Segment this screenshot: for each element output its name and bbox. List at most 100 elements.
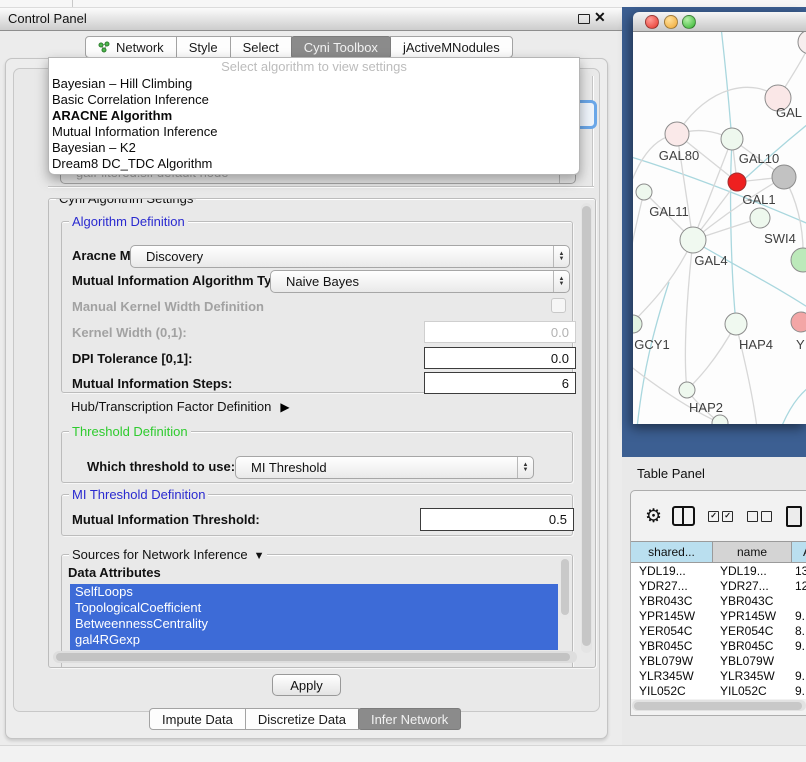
tab-style[interactable]: Style (176, 36, 231, 58)
table-cell: YPR145W (712, 609, 790, 623)
table-cell: 8. (790, 624, 806, 638)
table-toolbar: ⚙ ✓✓ (631, 491, 806, 541)
graph-node-swi4[interactable] (750, 208, 770, 228)
graph-node[interactable] (772, 165, 796, 189)
tab-label: Discretize Data (258, 709, 346, 730)
collapse-arrow-icon: ▼ (254, 550, 265, 562)
table-row[interactable]: YIL052CYIL052C9. (631, 683, 806, 698)
attribute-item-betweennesscentrality[interactable]: BetweennessCentrality (70, 616, 558, 632)
which-threshold-label: Which threshold to use: (87, 459, 235, 474)
table-cell: YDL19... (631, 564, 712, 578)
zoom-light-icon[interactable] (682, 15, 696, 29)
graph-node[interactable] (791, 248, 806, 272)
algorithm-option-mutual-information-inference[interactable]: Mutual Information Inference (49, 124, 579, 140)
mi-threshold-group: MI Threshold Definition Mutual Informati… (61, 494, 573, 536)
column-header-a[interactable]: A (791, 541, 806, 563)
graph-node[interactable] (712, 415, 728, 424)
mi-steps-field[interactable]: 6 (424, 372, 576, 394)
algorithm-option-dream8-dc-tdc-algorithm[interactable]: Dream8 DC_TDC Algorithm (49, 156, 579, 172)
deselect-all-icon[interactable] (747, 511, 775, 522)
table-cell: YIL052C (631, 684, 712, 698)
table-row[interactable]: YBR043CYBR043C (631, 593, 806, 608)
close-icon[interactable]: ✕ (594, 9, 606, 26)
page-icon[interactable] (786, 506, 802, 527)
tab-select[interactable]: Select (230, 36, 292, 58)
attribute-item-gal4rgexp[interactable]: gal4RGexp (70, 632, 558, 648)
algorithm-option-basic-correlation-inference[interactable]: Basic Correlation Inference (49, 92, 579, 108)
columns-icon[interactable] (672, 506, 695, 526)
mi-threshold-label: Mutual Information Threshold: (72, 512, 260, 527)
manual-kernel-checkbox[interactable] (551, 298, 566, 313)
tab-infer-network[interactable]: Infer Network (358, 708, 461, 730)
apply-button[interactable]: Apply (272, 674, 341, 696)
manual-kernel-label: Manual Kernel Width Definition (72, 299, 264, 314)
sources-expander[interactable]: Sources for Network Inference▼ (69, 547, 267, 562)
table-row[interactable]: YBR045CYBR045C9. (631, 638, 806, 653)
algorithm-option-bayesian-k2[interactable]: Bayesian – K2 (49, 140, 579, 156)
attribute-item-topologicalcoefficient[interactable]: TopologicalCoefficient (70, 600, 558, 616)
table-container: ⚙ ✓✓ shared...nameA YDL19...YDL19...13YD… (630, 490, 806, 716)
combo-stepper-icon: ▲▼ (553, 271, 569, 292)
hub-definition-label: Hub/Transcription Factor Definition (71, 399, 271, 414)
select-all-icon[interactable]: ✓✓ (708, 511, 736, 522)
tab-label: Impute Data (162, 709, 233, 730)
minimize-light-icon[interactable] (664, 15, 678, 29)
scrollbar-thumb[interactable] (561, 559, 569, 615)
graph-node-y[interactable] (791, 312, 806, 332)
table-row[interactable]: YPR145WYPR145W9. (631, 608, 806, 623)
settings-horizontal-scrollbar[interactable] (53, 651, 577, 663)
node-label-swi4: SWI4 (764, 231, 796, 246)
node-label-gal1: GAL1 (742, 192, 775, 207)
algorithm-list: Bayesian – Hill ClimbingBasic Correlatio… (49, 76, 579, 172)
table-horizontal-scrollbar[interactable] (632, 700, 806, 711)
graph-node-gal4[interactable] (680, 227, 706, 253)
table-row[interactable]: YER054CYER054C8. (631, 623, 806, 638)
tab-jactivemnodules[interactable]: jActiveMNodules (390, 36, 513, 58)
network-window-titlebar[interactable] (633, 12, 806, 32)
network-canvas[interactable]: GALGAL80GAL10GAL1GAL11SWI4GAL4GCY1HAP4YH… (633, 32, 806, 424)
graph-node-hap4[interactable] (725, 313, 747, 335)
graph-node-gal11[interactable] (636, 184, 652, 200)
graph-node[interactable] (798, 32, 806, 54)
group-divider (48, 186, 594, 187)
graph-node-gal10[interactable] (721, 128, 743, 150)
close-light-icon[interactable] (645, 15, 659, 29)
gear-icon[interactable]: ⚙ (645, 505, 662, 528)
aracne-mode-combo[interactable]: Discovery ▲▼ (130, 245, 570, 268)
graph-node-hap2[interactable] (679, 382, 695, 398)
which-threshold-combo[interactable]: MI Threshold ▲▼ (235, 456, 534, 479)
hub-definition-expander[interactable]: Hub/Transcription Factor Definition▶ (71, 399, 290, 414)
settings-vertical-scrollbar[interactable] (581, 203, 592, 653)
column-header-name[interactable]: name (712, 541, 792, 563)
kernel-width-field[interactable]: 0.0 (424, 321, 576, 343)
algorithm-option-aracne-algorithm[interactable]: ARACNE Algorithm (49, 108, 579, 124)
scrollbar-thumb[interactable] (634, 702, 802, 710)
mi-threshold-field[interactable]: 0.5 (420, 508, 574, 531)
mi-type-label: Mutual Information Algorithm Type: (72, 273, 291, 288)
table-row[interactable]: YLR345WYLR345W9. (631, 668, 806, 683)
tab-cyni-toolbox[interactable]: Cyni Toolbox (291, 36, 391, 58)
list-scrollbar[interactable] (560, 557, 570, 619)
float-window-icon[interactable] (578, 14, 590, 24)
column-header-shared-[interactable]: shared... (630, 541, 713, 563)
scrollbar-thumb[interactable] (56, 653, 570, 661)
algorithm-option-bayesian-hill-climbing[interactable]: Bayesian – Hill Climbing (49, 76, 579, 92)
algorithm-definition-group: Algorithm Definition Aracne Mode: Discov… (61, 221, 573, 393)
tab-network[interactable]: Network (85, 36, 177, 58)
graph-node-gal80[interactable] (665, 122, 689, 146)
scrollbar-thumb[interactable] (582, 206, 591, 646)
control-panel-titlebar: Control Panel ✕ (0, 8, 622, 31)
graph-node-gal1[interactable] (728, 173, 746, 191)
dpi-tolerance-label: DPI Tolerance [0,1]: (72, 351, 192, 366)
tab-impute-data[interactable]: Impute Data (149, 708, 246, 730)
nodes-layer (633, 32, 806, 424)
table-row[interactable]: YDR27...YDR27...12 (631, 578, 806, 593)
graph-node-gcy1[interactable] (633, 315, 642, 333)
attribute-item-selfloops[interactable]: SelfLoops (70, 584, 558, 600)
table-row[interactable]: YDL19...YDL19...13 (631, 563, 806, 578)
tab-discretize-data[interactable]: Discretize Data (245, 708, 359, 730)
mi-type-combo[interactable]: Naive Bayes ▲▼ (270, 270, 570, 293)
table-row[interactable]: YBL079WYBL079W (631, 653, 806, 668)
panel-title: Control Panel (8, 11, 87, 26)
dpi-tolerance-field[interactable]: 0.0 (424, 347, 576, 369)
